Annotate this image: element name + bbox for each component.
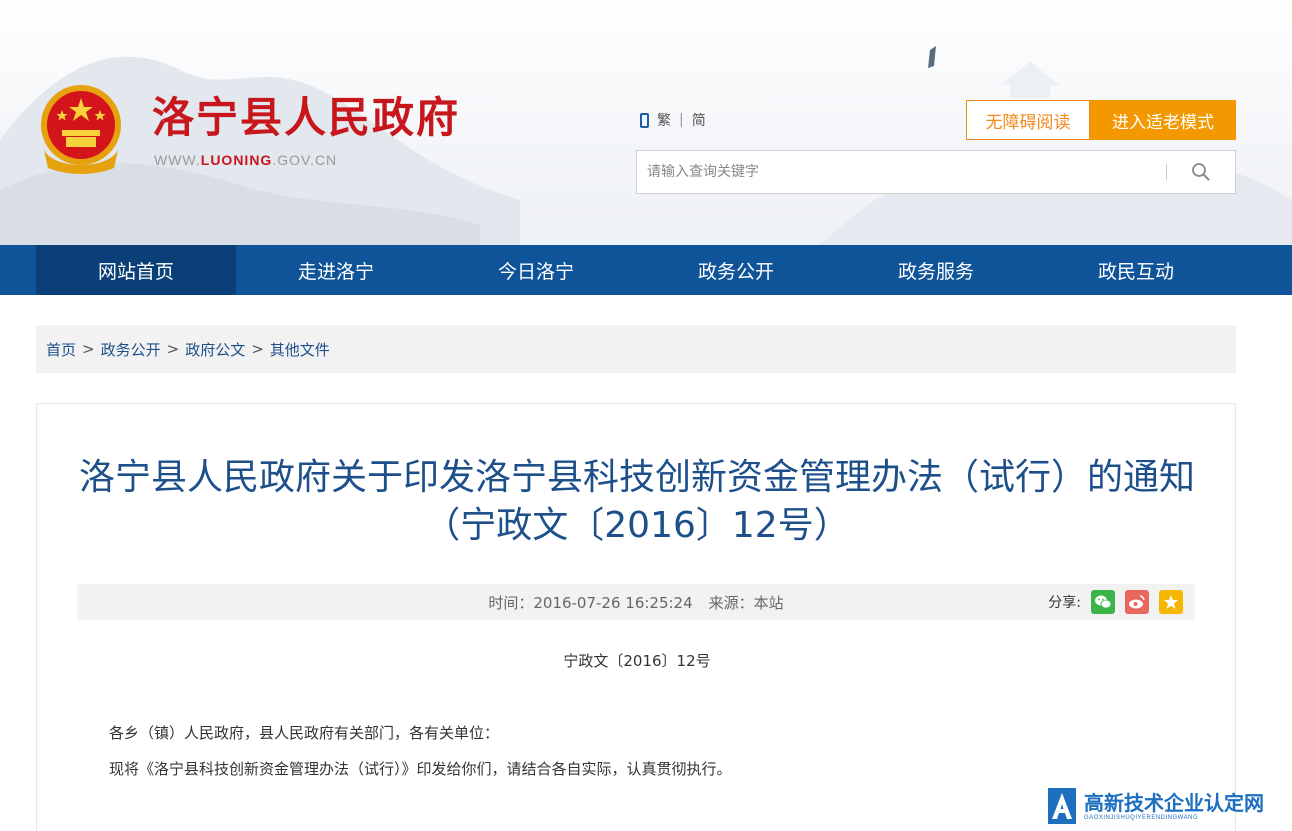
share-bar: 分享: bbox=[1048, 590, 1183, 614]
wechat-icon[interactable] bbox=[1091, 590, 1115, 614]
breadcrumb-separator: > bbox=[166, 340, 180, 358]
phone-icon[interactable] bbox=[640, 112, 649, 128]
accessibility-button[interactable]: 无障碍阅读 bbox=[966, 100, 1090, 140]
breadcrumb-gov-documents[interactable]: 政府公文 bbox=[185, 339, 245, 360]
article-paragraph: 现将《洛宁县科技创新资金管理办法（试行）》印发给你们，请结合各自实际，认真贯彻执… bbox=[109, 760, 732, 778]
breadcrumb-gov-affairs[interactable]: 政务公开 bbox=[101, 339, 161, 360]
nav-item-gov-services[interactable]: 政务服务 bbox=[836, 245, 1036, 295]
nav-item-interaction[interactable]: 政民互动 bbox=[1036, 245, 1236, 295]
nav-item-about[interactable]: 走进洛宁 bbox=[236, 245, 436, 295]
time-label: 时间： bbox=[488, 593, 534, 612]
emblem-icon bbox=[41, 85, 121, 174]
url-prefix: WWW. bbox=[154, 152, 201, 168]
watermark-logo-icon bbox=[1048, 787, 1076, 824]
watermark-title: 高新技术企业认定网 bbox=[1084, 790, 1264, 815]
lang-traditional[interactable]: 繁 bbox=[657, 110, 671, 130]
search-input[interactable] bbox=[637, 152, 1166, 192]
article: 洛宁县人民政府关于印发洛宁县科技创新资金管理办法（试行）的通知（宁政文〔2016… bbox=[36, 403, 1236, 831]
watermark: 高新技术企业认定网 GAOXINJISHUQIYERENDINGWANG bbox=[1044, 780, 1292, 831]
share-label: 分享: bbox=[1048, 595, 1081, 611]
favorite-icon[interactable] bbox=[1159, 590, 1183, 614]
site-url: WWW.LUONING.GOV.CN bbox=[154, 152, 337, 168]
time-value: 2016-07-26 16:25:24 bbox=[533, 593, 693, 612]
breadcrumb-separator: > bbox=[251, 340, 264, 358]
lang-simplified[interactable]: 简 bbox=[692, 110, 706, 130]
article-paragraph: 各乡（镇）人民政府，县人民政府有关部门，各有关单位： bbox=[109, 724, 500, 742]
source-value: 本站 bbox=[753, 593, 784, 612]
nav-item-today[interactable]: 今日洛宁 bbox=[436, 245, 636, 295]
elder-mode-button[interactable]: 进入适老模式 bbox=[1090, 100, 1236, 140]
publish-time: 时间：2016-07-26 16:25:24 bbox=[488, 592, 692, 613]
breadcrumb-home[interactable]: 首页 bbox=[46, 339, 76, 360]
nav-item-home[interactable]: 网站首页 bbox=[36, 245, 236, 295]
site-header: 洛宁县人民政府 WWW.LUONING.GOV.CN 繁 | 简 无障碍阅读 进… bbox=[0, 0, 1292, 245]
site-name: 洛宁县人民政府 bbox=[152, 93, 461, 142]
search-box bbox=[636, 150, 1236, 194]
breadcrumb-other-files[interactable]: 其他文件 bbox=[270, 339, 330, 360]
article-title: 洛宁县人民政府关于印发洛宁县科技创新资金管理办法（试行）的通知（宁政文〔2016… bbox=[78, 457, 1195, 546]
meta-bar: 时间：2016-07-26 16:25:24 来源：本站 分享: bbox=[77, 584, 1195, 620]
url-brand: LUONING bbox=[200, 152, 273, 168]
url-suffix: .GOV.CN bbox=[272, 152, 338, 168]
search-icon bbox=[1192, 163, 1210, 181]
weibo-icon[interactable] bbox=[1125, 590, 1149, 614]
lang-separator: | bbox=[679, 112, 684, 128]
nav-item-gov-affairs[interactable]: 政务公开 bbox=[636, 245, 836, 295]
source-label: 来源： bbox=[708, 593, 754, 612]
source: 来源：本站 bbox=[709, 592, 784, 613]
main-nav: 网站首页 走进洛宁 今日洛宁 政务公开 政务服务 政民互动 bbox=[0, 245, 1292, 295]
breadcrumb: 首页 > 政务公开 > 政府公文 > 其他文件 bbox=[36, 325, 1236, 373]
language-switch: 繁 | 简 bbox=[640, 110, 706, 130]
watermark-subtitle: GAOXINJISHUQIYERENDINGWANG bbox=[1084, 814, 1199, 821]
document-number: 宁政文〔2016〕12号 bbox=[563, 652, 711, 670]
breadcrumb-separator: > bbox=[82, 340, 95, 358]
search-button[interactable] bbox=[1167, 151, 1235, 193]
meta-info: 时间：2016-07-26 16:25:24 来源：本站 bbox=[77, 584, 1195, 620]
